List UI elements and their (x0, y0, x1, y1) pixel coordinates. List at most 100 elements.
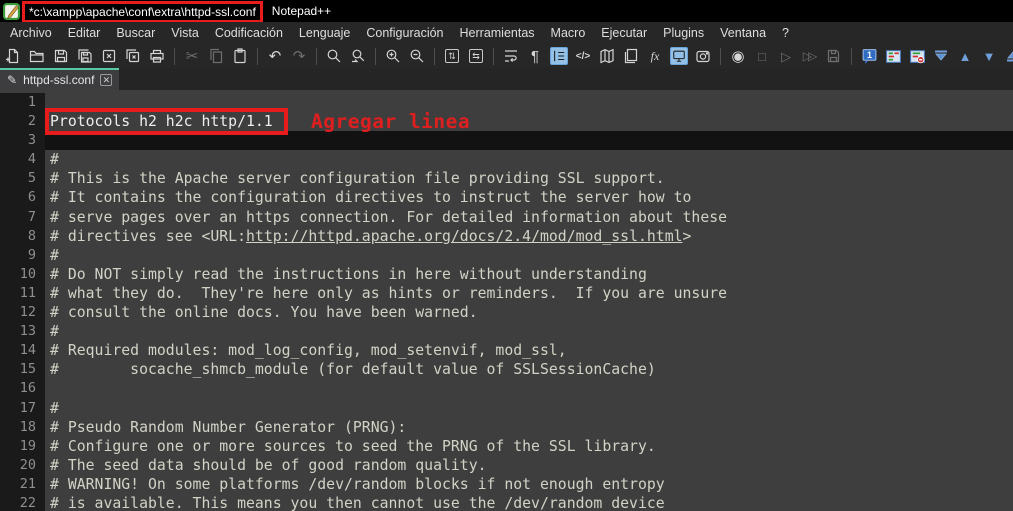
menu-item-ventana[interactable]: Ventana (712, 23, 774, 43)
menu-item-macro[interactable]: Macro (543, 23, 594, 43)
sync-vertical-scroll-icon[interactable]: ⇅ (443, 47, 461, 65)
menu-item-buscar[interactable]: Buscar (108, 23, 163, 43)
zoom-in-icon[interactable] (384, 47, 402, 65)
macro-play-icon[interactable]: ▷ (777, 47, 795, 65)
toolbar-separator (434, 48, 435, 65)
line-number: 11 (0, 284, 45, 303)
code-text[interactable]: # (45, 246, 1013, 265)
monitoring-icon[interactable] (670, 47, 688, 65)
collapse-level-icon[interactable]: ▲ (956, 47, 974, 65)
function-list-icon[interactable]: fx (646, 47, 664, 65)
new-file-icon[interactable] (4, 47, 22, 65)
menu-item-?[interactable]: ? (774, 23, 797, 43)
document-list-icon[interactable] (622, 47, 640, 65)
toggle-bookmark-icon[interactable]: 1 (860, 47, 878, 65)
replace-icon[interactable] (349, 47, 367, 65)
editor-line-3: 3 (0, 131, 1013, 150)
zoom-out-icon[interactable] (408, 47, 426, 65)
close-all-icon[interactable] (124, 47, 142, 65)
window-title-app: Notepad++ (272, 4, 331, 18)
paste-icon[interactable] (231, 47, 249, 65)
editor-line-19: 19# Configure one or more sources to see… (0, 437, 1013, 456)
line-number: 21 (0, 475, 45, 494)
delete-marked-lines-icon[interactable] (908, 47, 926, 65)
save-icon[interactable] (52, 47, 70, 65)
unfold-all-icon[interactable] (1004, 47, 1013, 65)
menu-item-vista[interactable]: Vista (163, 23, 207, 43)
line-number: 13 (0, 322, 45, 341)
macro-run-multiple-icon[interactable]: ▷▷ (801, 47, 819, 65)
snapshot-icon[interactable] (694, 47, 712, 65)
code-text[interactable]: # The seed data should be of good random… (45, 456, 1013, 475)
redo-icon[interactable]: ↷ (290, 47, 308, 65)
menu-item-lenguaje[interactable]: Lenguaje (291, 23, 358, 43)
document-map-icon[interactable] (598, 47, 616, 65)
code-text[interactable]: # what they do. They're here only as hin… (45, 284, 1013, 303)
macro-record-icon[interactable]: ◉ (729, 47, 747, 65)
fold-all-icon[interactable] (932, 47, 950, 65)
code-text[interactable]: # Do NOT simply read the instructions in… (45, 265, 1013, 284)
code-text[interactable]: # (45, 150, 1013, 169)
show-all-characters-icon[interactable]: ¶ (526, 47, 544, 65)
editor-line-10: 10# Do NOT simply read the instructions … (0, 265, 1013, 284)
print-icon[interactable] (148, 47, 166, 65)
code-text[interactable]: # (45, 322, 1013, 341)
copy-icon[interactable] (207, 47, 225, 65)
close-icon[interactable] (100, 47, 118, 65)
editor-line-2: 2Protocols h2 h2c http/1.1 (0, 112, 1013, 131)
editor-line-17: 17# (0, 399, 1013, 418)
editor-line-11: 11# what they do. They're here only as h… (0, 284, 1013, 303)
toolbar-separator (851, 48, 852, 65)
code-text[interactable] (45, 93, 1013, 112)
tab-close-icon[interactable]: ✕ (100, 74, 112, 86)
macro-stop-icon[interactable]: □ (753, 47, 771, 65)
cut-icon[interactable]: ✂ (183, 47, 201, 65)
code-text[interactable]: # serve pages over an https connection. … (45, 208, 1013, 227)
title-bar: *c:\xampp\apache\conf\extra\httpd-ssl.co… (0, 0, 1013, 22)
word-wrap-icon[interactable] (502, 47, 520, 65)
editor-area[interactable]: Agregar linea 12Protocols h2 h2c http/1.… (0, 90, 1013, 511)
marked-lines-icon[interactable] (884, 47, 902, 65)
code-text[interactable]: # socache_shmcb_module (for default valu… (45, 360, 1013, 379)
code-text[interactable]: # WARNING! On some platforms /dev/random… (45, 475, 1013, 494)
menu-item-codificacin[interactable]: Codificación (207, 23, 291, 43)
toolbar-separator (174, 48, 175, 65)
editor-line-22: 22# is available. This means you then ca… (0, 494, 1013, 511)
url-link[interactable]: http://httpd.apache.org/docs/2.4/mod/mod… (246, 228, 683, 245)
macro-save-icon[interactable] (825, 47, 843, 65)
tab-httpd-ssl-conf[interactable]: ✎ httpd-ssl.conf ✕ (0, 68, 119, 90)
code-text[interactable]: # This is the Apache server configuratio… (45, 169, 1013, 188)
code-text[interactable]: # consult the online docs. You have been… (45, 303, 1013, 322)
menu-item-archivo[interactable]: Archivo (2, 23, 60, 43)
sync-horizontal-scroll-icon[interactable]: ⇆ (467, 47, 485, 65)
toolbar-separator (493, 48, 494, 65)
code-text[interactable]: # Configure one or more sources to seed … (45, 437, 1013, 456)
open-file-icon[interactable] (28, 47, 46, 65)
menu-item-configuracin[interactable]: Configuración (358, 23, 451, 43)
code-text[interactable]: # Required modules: mod_log_config, mod_… (45, 341, 1013, 360)
code-text[interactable]: # Pseudo Random Number Generator (PRNG): (45, 418, 1013, 437)
uncollapse-level-icon[interactable]: ▼ (980, 47, 998, 65)
editor-line-9: 9# (0, 246, 1013, 265)
tab-label: httpd-ssl.conf (23, 73, 94, 87)
menu-item-editar[interactable]: Editar (60, 23, 109, 43)
code-text[interactable]: Protocols h2 h2c http/1.1 (45, 112, 1013, 131)
menu-item-plugins[interactable]: Plugins (655, 23, 712, 43)
show-indent-guide-icon[interactable] (550, 47, 568, 65)
code-text[interactable] (45, 131, 1013, 150)
code-text[interactable]: # (45, 399, 1013, 418)
menu-item-herramientas[interactable]: Herramientas (452, 23, 543, 43)
code-text[interactable]: # is available. This means you then cann… (45, 494, 1013, 511)
editor-line-21: 21# WARNING! On some platforms /dev/rand… (0, 475, 1013, 494)
code-text[interactable] (45, 379, 1013, 398)
code-text[interactable]: # It contains the configuration directiv… (45, 188, 1013, 207)
menu-item-ejecutar[interactable]: Ejecutar (593, 23, 655, 43)
save-all-icon[interactable] (76, 47, 94, 65)
find-icon[interactable] (325, 47, 343, 65)
user-defined-language-icon[interactable]: </> (574, 47, 592, 65)
editor-line-14: 14# Required modules: mod_log_config, mo… (0, 341, 1013, 360)
editor-line-20: 20# The seed data should be of good rand… (0, 456, 1013, 475)
toolbar: ✂ ↶ ↷ ⇅ ⇆ ¶ </> fx ◉ □ ▷ ▷▷ 1 ▲ (0, 44, 1013, 68)
undo-icon[interactable]: ↶ (266, 47, 284, 65)
code-text[interactable]: # directives see <URL:http://httpd.apach… (45, 227, 1013, 246)
